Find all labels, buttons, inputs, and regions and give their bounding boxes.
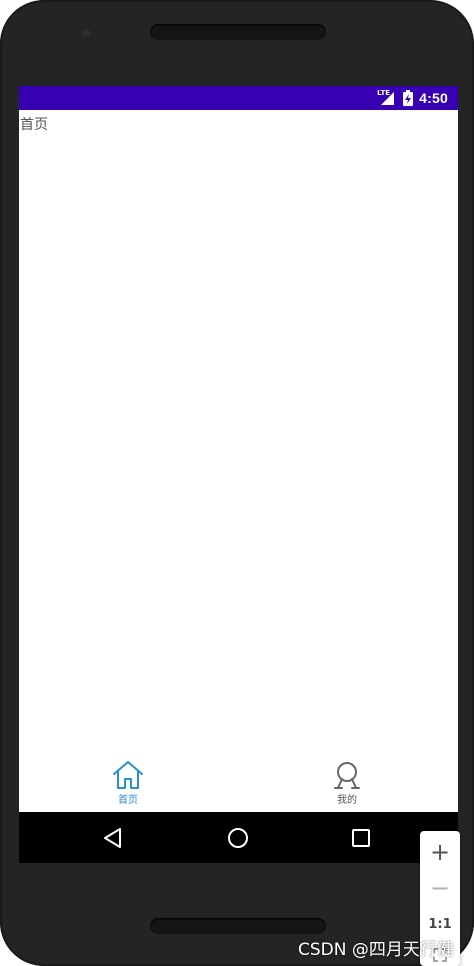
- bottom-navigation: 首页 我的: [19, 756, 458, 812]
- home-icon: [113, 761, 143, 789]
- phone-frame: LTE 4:50 首页 首页 我的: [0, 0, 474, 966]
- status-clock: 4:50: [419, 90, 448, 106]
- watermark-text: CSDN @四月天行健: [298, 940, 454, 960]
- back-icon: [104, 828, 121, 848]
- lte-signal-icon: LTE: [377, 89, 397, 106]
- back-button[interactable]: [100, 824, 128, 852]
- page-title: 首页: [20, 117, 48, 133]
- status-icons: LTE 4:50: [377, 89, 448, 107]
- zoom-actual-size-button[interactable]: 1:1: [420, 915, 460, 935]
- front-camera: [80, 27, 92, 39]
- battery-charging-icon: [403, 90, 414, 106]
- system-navigation-bar: [19, 812, 458, 863]
- home-circle-icon: [228, 828, 248, 848]
- device-screen: LTE 4:50 首页 首页 我的: [19, 86, 458, 863]
- nav-item-home-label: 首页: [118, 795, 138, 806]
- zoom-out-button[interactable]: −: [420, 873, 460, 903]
- status-bar: LTE 4:50: [19, 86, 458, 110]
- zoom-in-button[interactable]: +: [420, 837, 460, 867]
- bottom-speaker-grille: [150, 918, 326, 934]
- nav-item-profile-label: 我的: [337, 795, 357, 806]
- profile-icon: [334, 762, 360, 789]
- nav-item-home[interactable]: 首页: [98, 760, 158, 810]
- top-speaker-grille: [150, 24, 326, 40]
- nav-item-profile[interactable]: 我的: [317, 760, 377, 810]
- recents-icon: [352, 829, 370, 847]
- recents-button[interactable]: [347, 824, 375, 852]
- network-type-label: LTE: [377, 89, 391, 97]
- home-button[interactable]: [224, 824, 252, 852]
